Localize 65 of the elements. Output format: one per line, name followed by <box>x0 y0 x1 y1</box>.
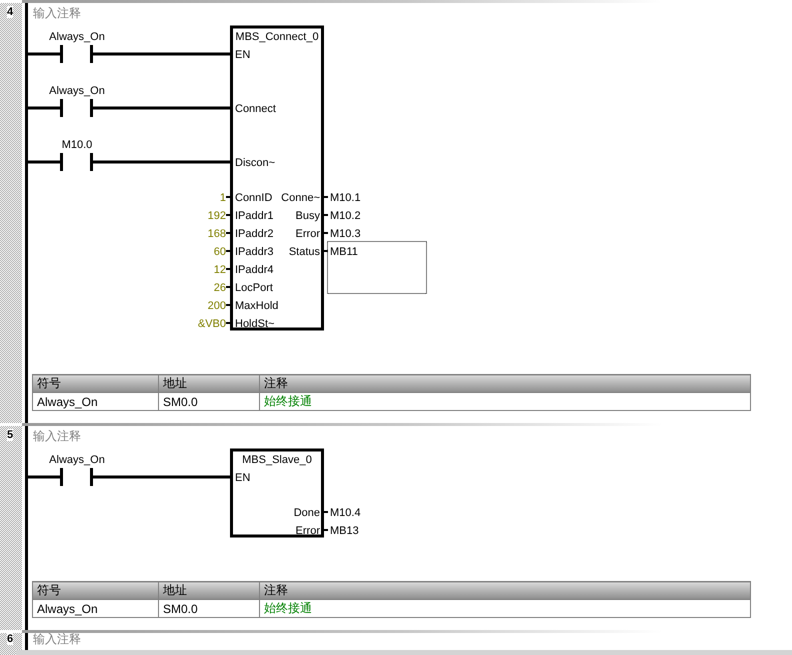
input-value: 200 <box>208 300 226 312</box>
table-cell: Always_On <box>32 392 158 410</box>
output-value: M10.1 <box>330 192 361 204</box>
contact-label: Always_On <box>49 85 105 97</box>
pin-label: LocPort <box>235 282 273 294</box>
rung-wire <box>28 160 61 164</box>
pin-label: EN <box>235 49 250 61</box>
table-cell: 始终接通 <box>260 600 750 618</box>
table-cell: SM0.0 <box>158 600 260 618</box>
network-number: 6 <box>7 633 14 645</box>
input-value: 1 <box>220 192 226 204</box>
pin-label: Done <box>294 507 320 519</box>
pin-label: IPaddr3 <box>235 246 274 258</box>
table-cell: Always_On <box>32 600 158 618</box>
rung-wire <box>28 106 61 110</box>
pin-label: EN <box>235 472 250 484</box>
pin-label: Error <box>296 228 320 240</box>
input-value: &VB0 <box>198 318 226 330</box>
block-title: MBS_Connect_0 <box>235 31 319 43</box>
network-comment: 输入注释 <box>32 428 82 445</box>
pin-label: IPaddr2 <box>235 228 274 240</box>
table-cell: 始终接通 <box>260 392 750 410</box>
rung-wire <box>28 476 61 478</box>
normally-open-contact <box>60 45 93 63</box>
pin-label: Busy <box>296 210 320 222</box>
column-header: 地址 <box>158 582 260 600</box>
pin-label: Connect <box>235 103 276 115</box>
input-value: 192 <box>208 210 226 222</box>
contact-label: Always_On <box>49 454 105 466</box>
pin-label: Conne~ <box>281 192 320 204</box>
contact-label: M10.0 <box>62 139 92 151</box>
pin-label: Discon~ <box>235 157 276 169</box>
contact-label: Always_On <box>49 31 105 43</box>
pin-label: IPaddr4 <box>235 264 274 276</box>
output-value: MB11 <box>330 246 358 258</box>
pin-label: MaxHold <box>235 300 278 312</box>
output-value: M10.4 <box>330 507 361 519</box>
output-value: M10.2 <box>330 210 361 222</box>
column-header: 符号 <box>32 582 158 600</box>
pin-label: IPaddr1 <box>235 210 274 222</box>
column-header: 注释 <box>260 374 750 392</box>
input-value: 26 <box>214 282 226 294</box>
pin-label: Error <box>296 525 320 537</box>
horizontal-scrollbar[interactable] <box>16 650 792 655</box>
rung-wire <box>28 52 61 56</box>
block-title: MBS_Slave_0 <box>242 454 312 466</box>
input-value: 60 <box>214 246 226 258</box>
input-value: 168 <box>208 228 226 240</box>
pin-label: ConnID <box>235 192 272 204</box>
table-cell: SM0.0 <box>158 392 260 410</box>
column-header: 符号 <box>32 374 158 392</box>
input-value: 12 <box>214 264 226 276</box>
output-value: M10.3 <box>330 228 361 240</box>
normally-open-contact <box>60 153 93 171</box>
column-header: 注释 <box>260 582 750 600</box>
normally-open-contact <box>60 468 93 486</box>
pin-label: Status <box>288 246 320 258</box>
network-number: 5 <box>7 429 14 441</box>
normally-open-contact <box>60 99 93 117</box>
network-comment: 输入注释 <box>32 633 82 647</box>
network-comment: 输入注释 <box>32 5 82 22</box>
output-value: MB13 <box>330 525 359 537</box>
column-header: 地址 <box>158 374 260 392</box>
network-number: 4 <box>7 6 14 18</box>
pin-label: HoldSt~ <box>235 318 274 330</box>
